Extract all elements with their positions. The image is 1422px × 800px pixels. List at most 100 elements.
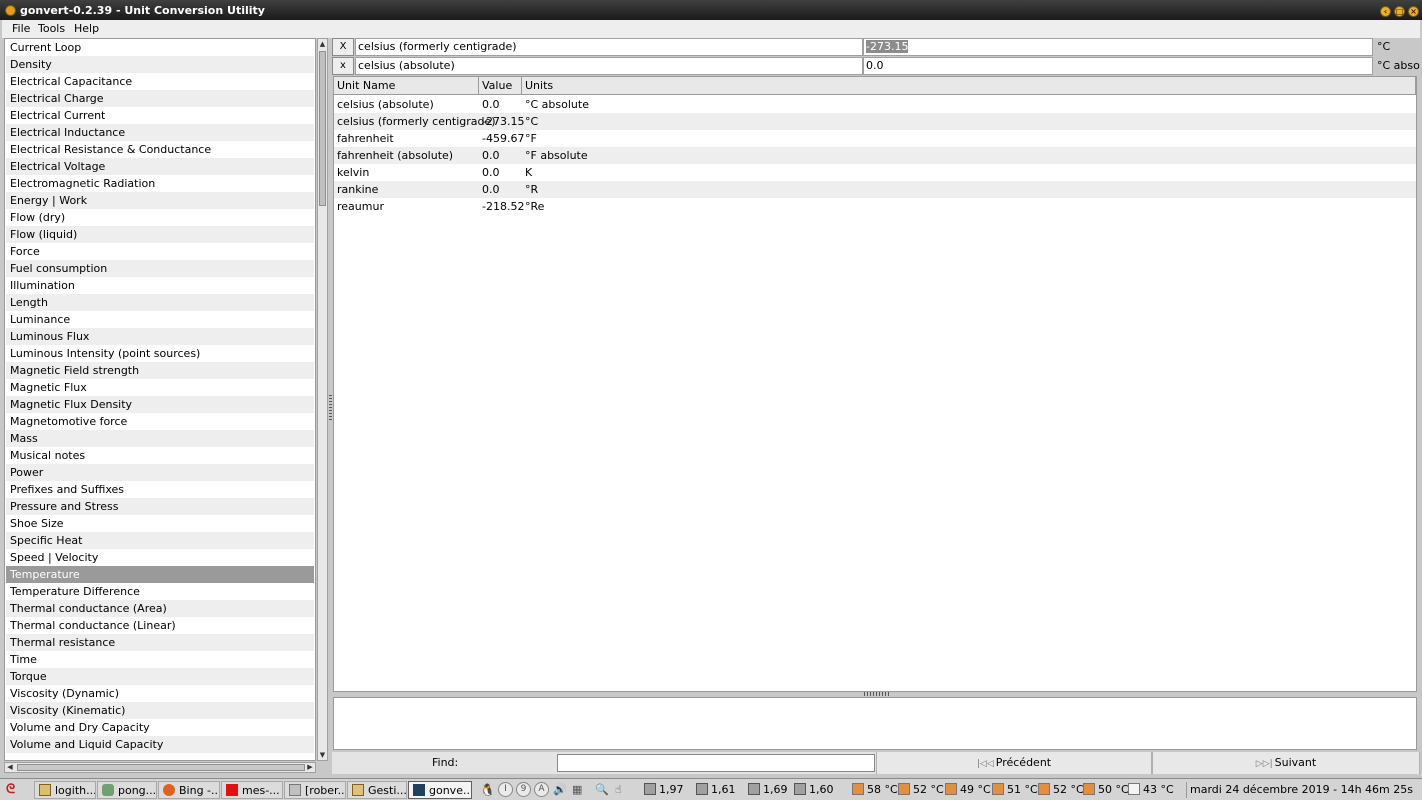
taskbar-window[interactable]: mes-...: [221, 781, 283, 799]
table-row[interactable]: celsius (formerly centigrade) -273.15 °C: [334, 113, 1416, 130]
category-item[interactable]: Thermal resistance: [6, 634, 314, 651]
category-item[interactable]: Luminance: [6, 311, 314, 328]
category-item[interactable]: Volume and Liquid Capacity: [6, 736, 314, 753]
category-item[interactable]: Electrical Resistance & Conductance: [6, 141, 314, 158]
category-item[interactable]: Mass: [6, 430, 314, 447]
unit-value-field[interactable]: -273.15: [863, 38, 1373, 56]
volume-icon[interactable]: 🔊: [553, 782, 567, 798]
app-icon: [5, 5, 16, 16]
scroll-up-icon[interactable]: ▲: [318, 39, 327, 49]
category-item[interactable]: Speed | Velocity: [6, 549, 314, 566]
category-horizontal-scrollbar[interactable]: ◀ ▶: [4, 762, 316, 773]
tray-indicator[interactable]: 9: [516, 782, 531, 797]
table-row[interactable]: fahrenheit -459.67 °F: [334, 130, 1416, 147]
category-item[interactable]: Current Loop: [6, 39, 314, 56]
category-item[interactable]: Viscosity (Dynamic): [6, 685, 314, 702]
category-item[interactable]: Luminous Intensity (point sources): [6, 345, 314, 362]
column-header-value[interactable]: Value: [479, 77, 522, 95]
category-item[interactable]: Pressure and Stress: [6, 498, 314, 515]
close-icon[interactable]: ×: [1408, 6, 1419, 17]
scroll-down-icon[interactable]: ▼: [318, 750, 327, 760]
taskbar-window[interactable]: Gesti...: [347, 781, 407, 799]
search-icon[interactable]: 🔍: [595, 782, 609, 798]
app-icon: [226, 784, 238, 796]
category-item[interactable]: Prefixes and Suffixes: [6, 481, 314, 498]
category-item[interactable]: Electrical Charge: [6, 90, 314, 107]
unit-name-field[interactable]: celsius (formerly centigrade): [355, 38, 863, 56]
category-item[interactable]: Volume and Dry Capacity: [6, 719, 314, 736]
start-menu-icon[interactable]: ᘓ: [6, 782, 15, 798]
splitter-handle[interactable]: [864, 692, 890, 696]
previous-button[interactable]: |◁◁ Précédent: [876, 752, 1152, 774]
scroll-left-icon[interactable]: ◀: [5, 763, 15, 772]
category-item[interactable]: Illumination: [6, 277, 314, 294]
clear-button[interactable]: x: [332, 57, 354, 75]
cursor-icon[interactable]: ☝: [615, 782, 622, 798]
category-item[interactable]: Electromagnetic Radiation: [6, 175, 314, 192]
category-item[interactable]: Flow (dry): [6, 209, 314, 226]
scroll-right-icon[interactable]: ▶: [305, 763, 315, 772]
scrollbar-thumb[interactable]: [319, 51, 326, 206]
pane-resize-handle[interactable]: [329, 395, 332, 420]
category-item[interactable]: Viscosity (Kinematic): [6, 702, 314, 719]
category-item[interactable]: Temperature Difference: [6, 583, 314, 600]
scrollbar-thumb[interactable]: [17, 764, 305, 771]
category-item[interactable]: Thermal conductance (Linear): [6, 617, 314, 634]
category-item[interactable]: Magnetic Flux Density: [6, 396, 314, 413]
taskbar-window[interactable]: Bing -...: [158, 781, 220, 799]
table-row[interactable]: rankine 0.0 °R: [334, 181, 1416, 198]
column-header-units[interactable]: Units: [522, 77, 1416, 95]
category-item[interactable]: Energy | Work: [6, 192, 314, 209]
menu-file[interactable]: File: [12, 22, 30, 35]
table-row[interactable]: kelvin 0.0 K: [334, 164, 1416, 181]
category-item[interactable]: Electrical Inductance: [6, 124, 314, 141]
taskbar-window[interactable]: pong...: [97, 781, 157, 799]
taskbar-window[interactable]: logith...: [34, 781, 96, 799]
taskbar-window[interactable]: [rober...: [284, 781, 346, 799]
category-item[interactable]: Electrical Voltage: [6, 158, 314, 175]
tux-icon[interactable]: 🐧: [480, 782, 495, 798]
app-tray-icon[interactable]: ▦: [572, 782, 582, 798]
menu-help[interactable]: Help: [74, 22, 99, 35]
unit-name-cell: rankine: [337, 183, 379, 196]
table-row[interactable]: fahrenheit (absolute) 0.0 °F absolute: [334, 147, 1416, 164]
column-header-unit-name[interactable]: Unit Name: [334, 77, 479, 95]
category-item[interactable]: Electrical Current: [6, 107, 314, 124]
menu-tools[interactable]: Tools: [38, 22, 65, 35]
find-input[interactable]: [557, 754, 875, 772]
minimize-icon[interactable]: ‹: [1380, 6, 1391, 17]
unit-name-cell: fahrenheit (absolute): [337, 149, 454, 162]
category-item[interactable]: Force: [6, 243, 314, 260]
taskbar: ᘓ logith... pong... Bing -... mes-... [r…: [0, 778, 1422, 800]
window-titlebar[interactable]: gonvert-0.2.39 - Unit Conversion Utility…: [0, 0, 1422, 20]
category-item[interactable]: Flow (liquid): [6, 226, 314, 243]
category-item[interactable]: Shoe Size: [6, 515, 314, 532]
category-item[interactable]: Torque: [6, 668, 314, 685]
unit-name-field[interactable]: celsius (absolute): [355, 57, 863, 75]
category-item[interactable]: Magnetic Flux: [6, 379, 314, 396]
category-item[interactable]: Specific Heat: [6, 532, 314, 549]
clock[interactable]: mardi 24 décembre 2019 - 14h 46m 25s: [1186, 782, 1416, 798]
clear-button[interactable]: X: [332, 38, 354, 56]
category-item[interactable]: Electrical Capacitance: [6, 73, 314, 90]
table-row[interactable]: celsius (absolute) 0.0 °C absolute: [334, 96, 1416, 113]
category-item[interactable]: Luminous Flux: [6, 328, 314, 345]
category-item[interactable]: Thermal conductance (Area): [6, 600, 314, 617]
category-item[interactable]: Magnetomotive force: [6, 413, 314, 430]
category-item[interactable]: Length: [6, 294, 314, 311]
maximize-icon[interactable]: □: [1394, 6, 1405, 17]
table-row[interactable]: reaumur -218.52 °Re: [334, 198, 1416, 215]
next-button[interactable]: ▷▷| Suivant: [1152, 752, 1420, 774]
category-vertical-scrollbar[interactable]: ▲ ▼: [317, 38, 328, 761]
tray-indicator[interactable]: A: [534, 782, 549, 797]
unit-value-field[interactable]: 0.0: [863, 57, 1373, 75]
category-item[interactable]: Magnetic Field strength: [6, 362, 314, 379]
tray-indicator[interactable]: I: [498, 782, 513, 797]
category-item[interactable]: Fuel consumption: [6, 260, 314, 277]
category-item[interactable]: Musical notes: [6, 447, 314, 464]
category-item[interactable]: Temperature: [6, 566, 314, 583]
category-item[interactable]: Time: [6, 651, 314, 668]
category-item[interactable]: Power: [6, 464, 314, 481]
category-item[interactable]: Density: [6, 56, 314, 73]
taskbar-window-active[interactable]: gonve...: [408, 781, 472, 799]
